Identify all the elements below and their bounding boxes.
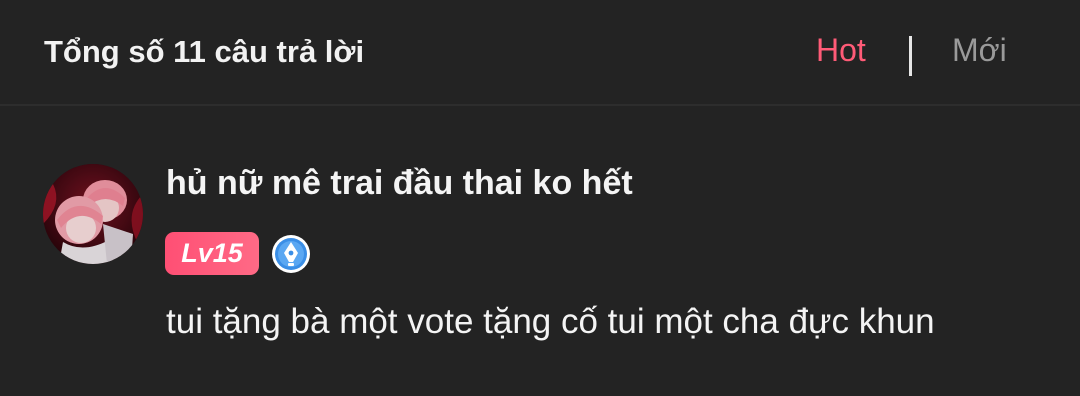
comment-item: hủ nữ mê trai đầu thai ko hết Lv15 tui t… [0, 108, 1080, 396]
verified-quill-icon [271, 234, 311, 274]
level-badge: Lv15 [165, 232, 259, 275]
sort-divider [909, 36, 912, 76]
sort-new-tab[interactable]: Mới [952, 32, 1007, 69]
username[interactable]: hủ nữ mê trai đầu thai ko hết [166, 164, 633, 203]
sort-hot-tab[interactable]: Hot [816, 32, 866, 69]
comment-text: tui tặng bà một vote tặng cố tui một cha… [166, 302, 935, 341]
user-avatar[interactable] [43, 164, 143, 264]
avatar-anime-image [43, 164, 143, 264]
answers-header: Tổng số 11 câu trả lời Hot Mới [0, 0, 1080, 106]
total-answers-label: Tổng số 11 câu trả lời [44, 34, 365, 69]
